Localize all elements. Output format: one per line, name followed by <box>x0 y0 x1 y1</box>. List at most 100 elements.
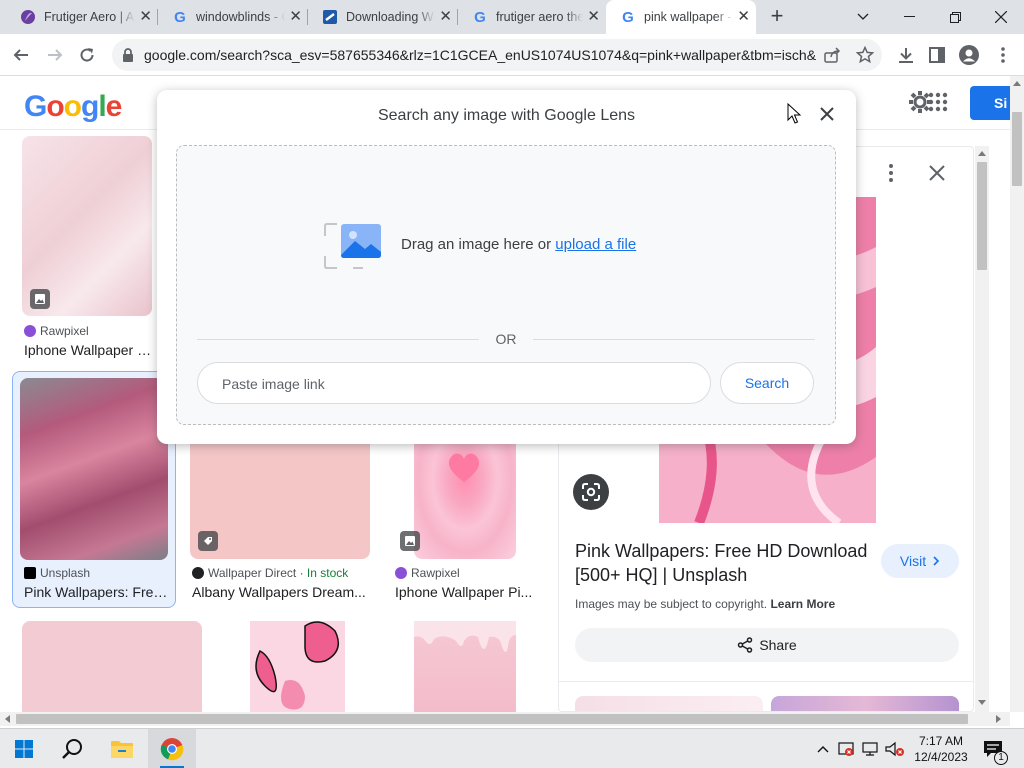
drip-graphic <box>414 621 516 652</box>
profile-button[interactable] <box>954 40 984 70</box>
image-upload-icon <box>324 223 381 269</box>
lens-search-button[interactable] <box>573 474 609 510</box>
new-tab-button[interactable]: + <box>764 4 790 30</box>
chrome-taskbar-button[interactable] <box>148 729 196 768</box>
file-explorer-button[interactable] <box>98 729 146 768</box>
side-panel-button[interactable] <box>922 40 952 70</box>
result-caption[interactable]: Pink Wallpapers: Free ... <box>24 584 170 600</box>
preview-title[interactable]: Pink Wallpapers: Free HD Download [500+ … <box>575 539 873 587</box>
close-icon[interactable]: ✕ <box>139 8 152 26</box>
mouse-cursor-icon <box>787 103 801 124</box>
tab-frutiger-aero[interactable]: Frutiger Aero | Aesthetics Wiki ✕ <box>6 0 158 34</box>
scroll-down-icon <box>978 700 986 705</box>
related-image[interactable] <box>771 696 959 711</box>
taskbar-search-button[interactable] <box>48 729 96 768</box>
tab-downloading-windowblinds[interactable]: Downloading WindowBlinds ✕ <box>308 0 458 34</box>
related-image[interactable] <box>575 696 763 711</box>
google-logo[interactable]: Google <box>24 90 122 124</box>
page-vertical-scrollbar[interactable] <box>1010 76 1024 712</box>
volume-muted-icon[interactable] <box>884 729 906 768</box>
result-source[interactable]: Rawpixel <box>24 324 89 338</box>
result-image[interactable] <box>250 621 345 712</box>
security-tray-icon[interactable] <box>836 729 856 768</box>
close-icon[interactable]: ✕ <box>587 8 600 26</box>
restore-button[interactable] <box>932 2 978 32</box>
result-caption[interactable]: Iphone Wallpaper Pi... <box>395 584 537 600</box>
download-button[interactable] <box>891 40 921 70</box>
notification-count: 1 <box>994 751 1008 765</box>
windows-logo-icon <box>15 740 33 758</box>
close-window-button[interactable] <box>978 2 1024 32</box>
chevron-right-icon <box>933 556 940 566</box>
star-icon[interactable] <box>856 46 874 64</box>
minimize-button[interactable] <box>886 2 932 32</box>
scroll-up-icon <box>978 151 986 156</box>
google-icon: G <box>622 8 634 26</box>
close-icon[interactable]: ✕ <box>289 8 302 26</box>
wallpaper-direct-icon <box>192 567 204 579</box>
scroll-thumb[interactable] <box>1012 112 1022 186</box>
scroll-thumb[interactable] <box>977 162 987 270</box>
clock-time: 7:17 AM <box>918 734 964 748</box>
result-image[interactable] <box>20 378 168 560</box>
clock[interactable]: 7:17 AM 12/4/2023 <box>908 729 974 768</box>
close-icon <box>929 165 945 181</box>
close-lens-button[interactable] <box>815 102 839 126</box>
divider <box>559 681 973 682</box>
visit-button[interactable]: Visit <box>881 544 959 578</box>
result-source[interactable]: Wallpaper Direct · In stock <box>192 566 348 580</box>
more-vertical-icon <box>1001 47 1005 63</box>
result-image[interactable] <box>414 621 516 712</box>
image-drop-zone[interactable]: Drag an image here or upload a file OR P… <box>176 145 836 425</box>
network-icon[interactable] <box>860 729 882 768</box>
forward-button[interactable] <box>40 40 70 70</box>
scroll-thumb[interactable] <box>16 714 968 724</box>
share-button[interactable]: Share <box>575 628 959 662</box>
close-icon[interactable]: ✕ <box>439 8 452 26</box>
paste-image-link-input[interactable]: Paste image link <box>197 362 711 404</box>
rawpixel-icon <box>395 567 407 579</box>
tab-frutiger-aero-theme[interactable]: G frutiger aero theme - Google Search ✕ <box>458 0 606 34</box>
share-icon[interactable] <box>824 47 842 63</box>
close-panel-button[interactable] <box>925 161 949 185</box>
google-icon: G <box>174 8 186 26</box>
back-button[interactable] <box>6 40 36 70</box>
restore-icon <box>949 11 961 23</box>
menu-button[interactable] <box>988 40 1018 70</box>
apps-button[interactable] <box>928 92 948 117</box>
avatar-icon <box>959 45 979 65</box>
sign-in-button[interactable]: Si <box>970 86 1010 120</box>
more-options-button[interactable] <box>879 161 903 185</box>
tab-search-button[interactable] <box>840 2 886 32</box>
result-source[interactable]: Unsplash <box>24 566 90 580</box>
result-caption[interactable]: Albany Wallpapers Dream... <box>192 584 370 600</box>
start-button[interactable] <box>0 729 48 768</box>
reload-button[interactable] <box>72 40 102 70</box>
address-bar[interactable]: google.com/search?sca_esv=587655346&rlz=… <box>112 39 882 71</box>
result-source[interactable]: Rawpixel <box>395 566 460 580</box>
show-hidden-icons-button[interactable] <box>814 729 832 768</box>
tab-windowblinds[interactable]: G windowblinds - Google Search ✕ <box>158 0 308 34</box>
page-horizontal-scrollbar[interactable] <box>0 712 1010 726</box>
learn-more-link[interactable]: Learn More <box>770 597 835 611</box>
shopping-tag-icon <box>198 531 218 551</box>
tab-strip: Frutiger Aero | Aesthetics Wiki ✕ G wind… <box>0 0 1024 34</box>
result-image[interactable] <box>22 621 202 712</box>
pink-blobs-graphic <box>255 621 340 710</box>
lock-icon <box>123 48 133 62</box>
copyright-notice: Images may be subject to copyright. Lear… <box>575 597 836 611</box>
stardock-icon <box>322 9 338 25</box>
lens-search-button[interactable]: Search <box>720 362 814 404</box>
image-badge-icon <box>30 289 50 309</box>
url-text: google.com/search?sca_esv=587655346&rlz=… <box>144 47 816 63</box>
notifications-button[interactable]: 1 <box>978 729 1008 768</box>
close-icon[interactable]: ✕ <box>737 8 750 26</box>
chevron-down-icon <box>857 13 869 20</box>
panel-scrollbar[interactable] <box>975 146 989 712</box>
tab-pink-wallpaper[interactable]: G pink wallpaper - Google Search ✕ <box>606 0 756 34</box>
google-lens-dialog: Search any image with Google Lens Drag a… <box>157 90 856 444</box>
result-caption[interactable]: Iphone Wallpaper Pink <box>24 342 156 358</box>
upload-file-link[interactable]: upload a file <box>555 236 636 253</box>
or-separator: OR <box>495 331 517 347</box>
search-icon <box>62 739 82 759</box>
